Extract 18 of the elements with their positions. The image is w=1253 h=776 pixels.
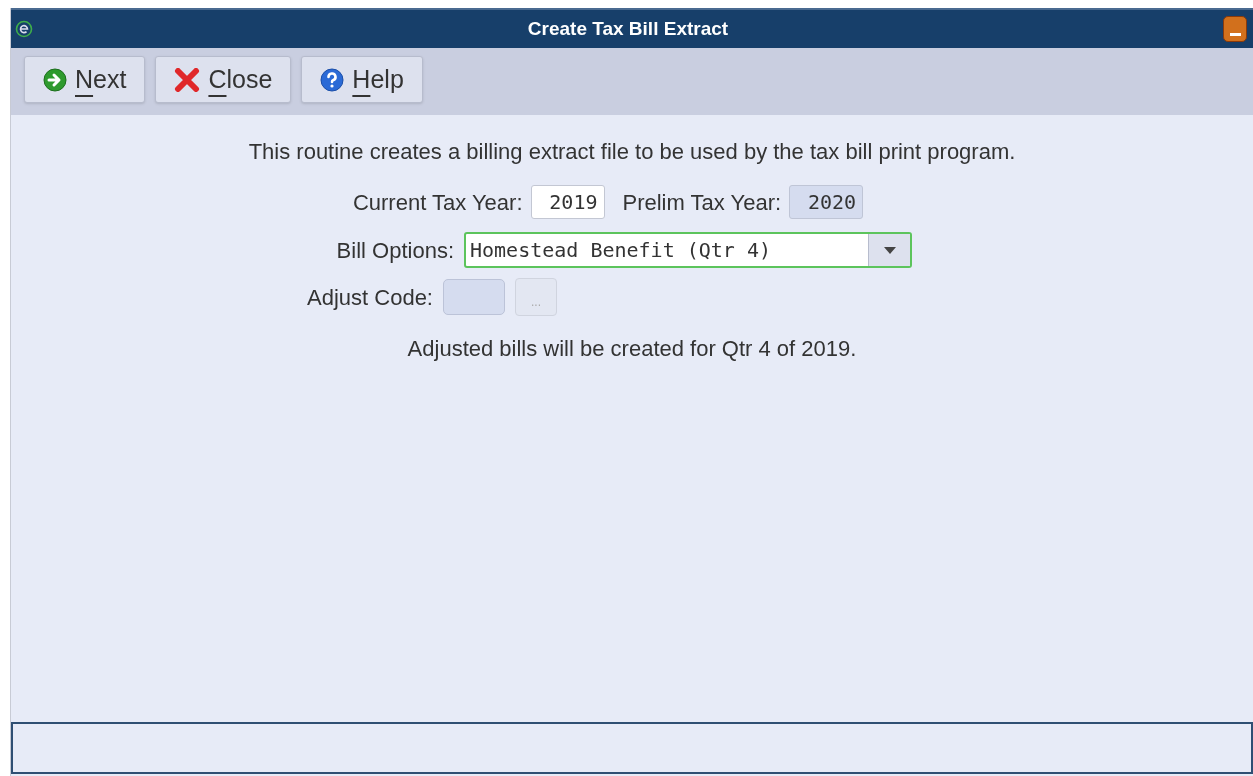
field-label: Current Tax Year: [352, 188, 523, 217]
field-label: Adjust Code: [307, 283, 433, 312]
caret-icon [883, 246, 896, 254]
close-button[interactable]: Close [155, 56, 292, 103]
x-mark-icon [174, 67, 201, 92]
window-title: Create Tax Bill Extract [526, 16, 730, 41]
help-icon [320, 67, 345, 92]
info-message: Adjusted bills will be created for Qtr 4 of 2019. [407, 335, 857, 363]
minimize-button[interactable] [1223, 16, 1247, 42]
bill-options-dropdown[interactable]: Homestead Benefit (Qtr 4) [464, 232, 912, 268]
help-button[interactable]: Help [301, 56, 423, 103]
app-logo-icon [15, 20, 33, 38]
intro-text: This routine creates a billing extract file to be used by the tax bill print program. [248, 138, 1016, 166]
next-button[interactable]: Next [24, 56, 146, 103]
field-label: Bill Options: [335, 236, 454, 265]
current-tax-year-field[interactable]: 2019 [530, 185, 605, 219]
arrow-right-icon [43, 67, 67, 92]
field-label: Prelim Tax Year: [622, 188, 782, 217]
